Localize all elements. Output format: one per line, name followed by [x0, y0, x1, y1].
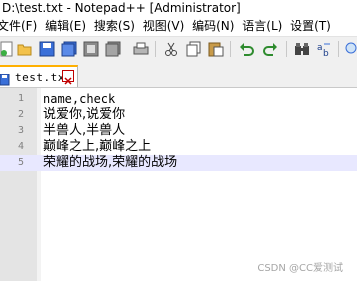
- open-file-icon[interactable]: [17, 41, 33, 57]
- line-text: 巅峰之上,巅峰之上: [43, 139, 152, 154]
- new-file-icon[interactable]: [0, 41, 16, 57]
- tab-test-txt[interactable]: test.txt: [0, 65, 78, 87]
- svg-text:b: b: [323, 49, 329, 57]
- cut-icon[interactable]: [163, 41, 179, 57]
- editor-area[interactable]: 1 name,check 2 说爱你,说爱你 3 半兽人,半兽人 4 巅峰之上,…: [0, 88, 357, 281]
- toolbar-separator: [286, 41, 287, 57]
- tab-close-icon[interactable]: [62, 70, 74, 85]
- line-number: 2: [17, 109, 24, 120]
- copy-icon[interactable]: [186, 41, 202, 57]
- undo-icon[interactable]: [239, 41, 255, 57]
- toolbar: ab: [0, 36, 357, 62]
- window-title: D:\test.txt - Notepad++ [Administrator]: [2, 1, 241, 15]
- menu-settings[interactable]: 设置(T): [290, 17, 337, 36]
- line-text: 说爱你,说爱你: [43, 107, 126, 122]
- watermark: CSDN @CC爱测试: [257, 263, 343, 274]
- editor-line[interactable]: 1 name,check: [0, 91, 357, 107]
- find-icon[interactable]: [294, 41, 310, 57]
- print-icon[interactable]: [133, 41, 149, 57]
- tab-bar: test.txt: [0, 61, 357, 88]
- line-number: 1: [17, 93, 24, 104]
- menu-view[interactable]: 视图(V): [143, 17, 191, 36]
- line-text: name,check: [43, 92, 116, 106]
- editor-line[interactable]: 3 半兽人,半兽人: [0, 123, 357, 139]
- replace-icon[interactable]: ab: [316, 41, 332, 57]
- editor-line-current[interactable]: 5 荣耀的战场,荣耀的战场: [0, 155, 357, 171]
- line-number: 5: [17, 157, 24, 168]
- line-number: 4: [17, 141, 24, 152]
- close-all-icon[interactable]: [105, 41, 121, 57]
- menu-search[interactable]: 搜索(S): [94, 17, 141, 36]
- editor-line[interactable]: 2 说爱你,说爱你: [0, 107, 357, 123]
- menu-file[interactable]: 文件(F): [0, 17, 43, 36]
- redo-icon[interactable]: [262, 41, 278, 57]
- line-number: 3: [17, 125, 24, 136]
- svg-text:a: a: [317, 43, 323, 53]
- toolbar-separator: [230, 41, 231, 57]
- menu-encoding[interactable]: 编码(N): [192, 17, 240, 36]
- menu-bar: 文件(F) 编辑(E) 搜索(S) 视图(V) 编码(N) 语言(L) 设置(T…: [0, 17, 357, 36]
- line-text: 荣耀的战场,荣耀的战场: [43, 155, 178, 170]
- save-icon[interactable]: [39, 41, 55, 57]
- close-icon[interactable]: [83, 41, 99, 57]
- toolbar-separator: [155, 41, 156, 57]
- zoom-icon[interactable]: [345, 41, 357, 57]
- save-all-icon[interactable]: [61, 41, 77, 57]
- menu-edit[interactable]: 编辑(E): [45, 17, 92, 36]
- toolbar-separator: [338, 41, 339, 57]
- editor-line[interactable]: 4 巅峰之上,巅峰之上: [0, 139, 357, 155]
- title-bar: D:\test.txt - Notepad++ [Administrator]: [0, 0, 357, 17]
- line-text: 半兽人,半兽人: [43, 123, 126, 138]
- menu-language[interactable]: 语言(L): [242, 17, 288, 36]
- paste-icon[interactable]: [208, 41, 224, 57]
- file-modified-icon: [0, 71, 10, 86]
